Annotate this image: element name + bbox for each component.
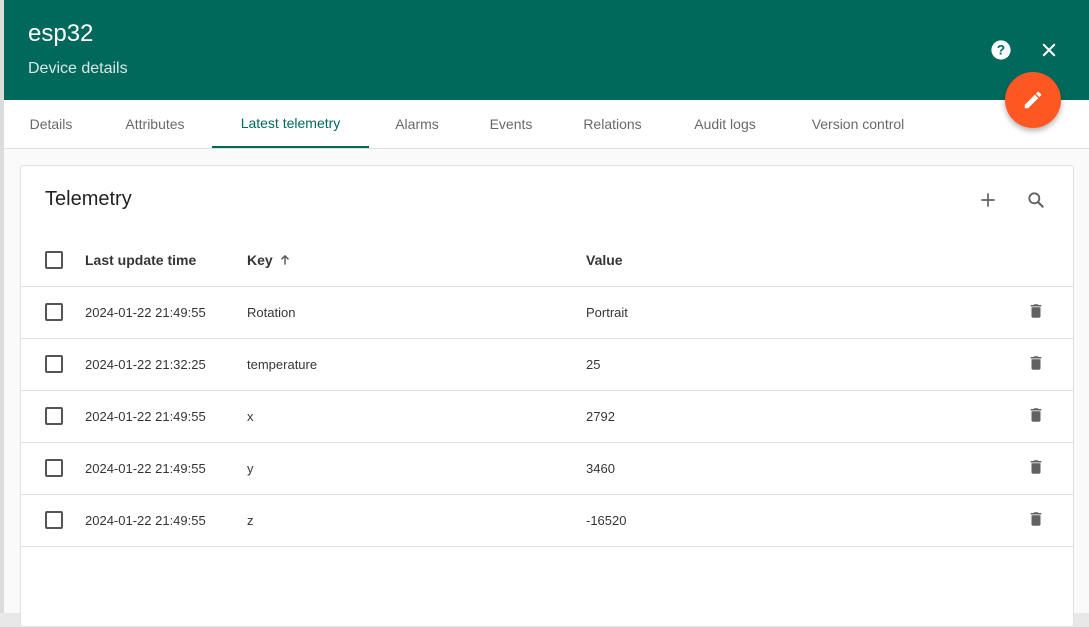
tab-relations[interactable]: Relations <box>557 100 668 148</box>
row-time: 2024-01-22 21:49:55 <box>85 512 206 528</box>
pencil-icon <box>1024 91 1042 109</box>
row-key: temperature <box>247 356 318 372</box>
table-row[interactable]: 2024-01-22 21:49:55 y 3460 <box>21 442 1073 495</box>
tab-version-control[interactable]: Version control <box>782 100 934 148</box>
device-details-panel: esp32 Device details ? Details Attribute… <box>4 0 1089 627</box>
device-name: esp32 <box>28 20 94 47</box>
telemetry-card: Telemetry Last update time Key Value 202… <box>20 165 1074 627</box>
search-button[interactable] <box>1022 186 1050 214</box>
trash-icon <box>1030 304 1042 318</box>
row-key: z <box>247 512 254 528</box>
row-value: Portrait <box>586 304 628 320</box>
table-row[interactable]: 2024-01-22 21:49:55 Rotation Portrait <box>21 286 1073 339</box>
delete-button[interactable] <box>1025 508 1047 530</box>
help-circle-icon: ? <box>991 40 1011 60</box>
column-last-update-time[interactable]: Last update time <box>85 234 196 286</box>
select-all-checkbox[interactable] <box>45 251 63 269</box>
help-button[interactable]: ? <box>985 34 1017 66</box>
trash-icon <box>1030 460 1042 474</box>
row-time: 2024-01-22 21:49:55 <box>85 304 206 320</box>
table-row[interactable]: 2024-01-22 21:49:55 z -16520 <box>21 494 1073 547</box>
arrow-up-icon <box>280 254 289 265</box>
column-key[interactable]: Key <box>247 234 292 286</box>
trash-icon <box>1030 356 1042 370</box>
tab-audit-logs[interactable]: Audit logs <box>668 100 782 148</box>
trash-icon <box>1030 408 1042 422</box>
row-time: 2024-01-22 21:49:55 <box>85 408 206 424</box>
delete-button[interactable] <box>1025 456 1047 478</box>
row-checkbox[interactable] <box>45 355 63 373</box>
row-key: x <box>247 408 254 424</box>
column-key-label: Key <box>247 252 273 268</box>
table-row[interactable]: 2024-01-22 21:49:55 x 2792 <box>21 390 1073 443</box>
tab-latest-telemetry[interactable]: Latest telemetry <box>212 100 369 148</box>
plus-icon <box>981 193 995 207</box>
table-header: Last update time Key Value <box>21 234 1073 287</box>
delete-button[interactable] <box>1025 404 1047 426</box>
tab-attributes[interactable]: Attributes <box>98 100 212 148</box>
tab-details[interactable]: Details <box>4 100 98 148</box>
trash-icon <box>1030 512 1042 526</box>
row-checkbox[interactable] <box>45 303 63 321</box>
add-telemetry-button[interactable] <box>974 186 1002 214</box>
edit-device-button[interactable] <box>1005 72 1061 128</box>
row-time: 2024-01-22 21:32:25 <box>85 356 206 372</box>
row-checkbox[interactable] <box>45 459 63 477</box>
table-row[interactable]: 2024-01-22 21:32:25 temperature 25 <box>21 338 1073 391</box>
svg-text:?: ? <box>997 43 1005 58</box>
column-value: Value <box>586 252 623 268</box>
row-value: 25 <box>586 356 601 372</box>
tab-bar: Details Attributes Latest telemetry Alar… <box>4 100 1089 149</box>
row-checkbox[interactable] <box>45 407 63 425</box>
delete-button[interactable] <box>1025 300 1047 322</box>
details-header: esp32 Device details ? <box>4 0 1089 100</box>
search-icon <box>1028 192 1044 208</box>
device-subtitle: Device details <box>28 60 128 77</box>
telemetry-title: Telemetry <box>45 188 132 210</box>
row-value: -16520 <box>586 512 627 528</box>
row-value: 2792 <box>586 408 615 424</box>
tab-events[interactable]: Events <box>465 100 557 148</box>
row-checkbox[interactable] <box>45 511 63 529</box>
row-key: Rotation <box>247 304 296 320</box>
close-button[interactable] <box>1033 34 1065 66</box>
row-time: 2024-01-22 21:49:55 <box>85 460 206 476</box>
tab-alarms[interactable]: Alarms <box>369 100 465 148</box>
close-icon <box>1042 43 1056 57</box>
row-key: y <box>247 460 254 476</box>
delete-button[interactable] <box>1025 352 1047 374</box>
row-value: 3460 <box>586 460 615 476</box>
